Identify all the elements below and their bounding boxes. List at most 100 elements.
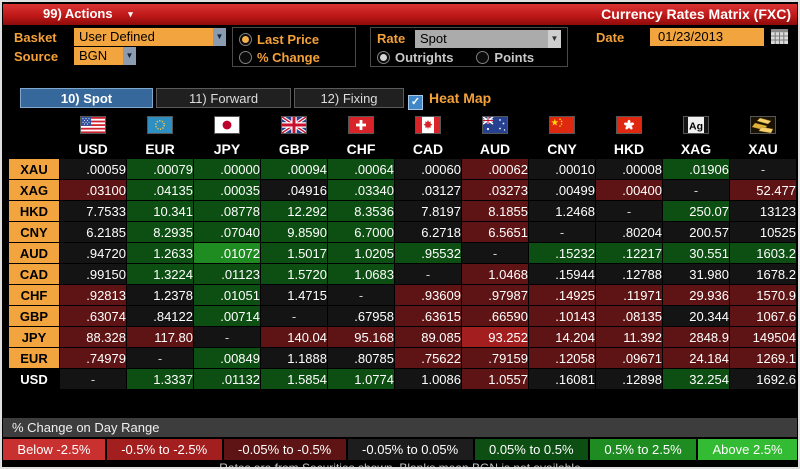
cell-CAD-HKD[interactable]: .12788 — [596, 264, 662, 284]
tab-forward[interactable]: 11) Forward — [156, 88, 291, 108]
cell-JPY-CAD[interactable]: 89.085 — [395, 327, 461, 347]
cell-EUR-XAU[interactable]: 1269.1 — [730, 348, 796, 368]
cell-CNY-CHF[interactable]: 6.7000 — [328, 222, 394, 242]
row-label-CHF[interactable]: CHF — [9, 285, 59, 305]
cell-GBP-CHF[interactable]: .67958 — [328, 306, 394, 326]
cell-JPY-XAG[interactable]: 2848.9 — [663, 327, 729, 347]
cell-CAD-XAG[interactable]: 31.980 — [663, 264, 729, 284]
rate-select[interactable]: Spot ▼ — [415, 30, 561, 48]
cell-AUD-EUR[interactable]: 1.2633 — [127, 243, 193, 263]
cell-CAD-EUR[interactable]: 1.3224 — [127, 264, 193, 284]
cell-XAU-EUR[interactable]: .00079 — [127, 159, 193, 179]
cell-CHF-CNY[interactable]: .14925 — [529, 285, 595, 305]
cell-JPY-CHF[interactable]: 95.168 — [328, 327, 394, 347]
cell-XAU-CAD[interactable]: .00060 — [395, 159, 461, 179]
cell-XAU-XAG[interactable]: .01906 — [663, 159, 729, 179]
cell-XAU-CHF[interactable]: .00064 — [328, 159, 394, 179]
cell-GBP-XAG[interactable]: 20.344 — [663, 306, 729, 326]
cell-CHF-CHF[interactable]: - — [328, 285, 394, 305]
actions-menu[interactable]: 99) Actions ▾ — [43, 6, 133, 21]
cell-JPY-GBP[interactable]: 140.04 — [261, 327, 327, 347]
cell-HKD-HKD[interactable]: - — [596, 201, 662, 221]
cell-CHF-CAD[interactable]: .93609 — [395, 285, 461, 305]
cell-HKD-XAU[interactable]: 13123 — [730, 201, 796, 221]
cell-EUR-USD[interactable]: .74979 — [60, 348, 126, 368]
cell-USD-GBP[interactable]: 1.5854 — [261, 369, 327, 389]
cell-XAU-CNY[interactable]: .00010 — [529, 159, 595, 179]
cell-XAU-HKD[interactable]: .00008 — [596, 159, 662, 179]
outrights-radio[interactable] — [377, 51, 390, 64]
cell-GBP-JPY[interactable]: .00714 — [194, 306, 260, 326]
cell-AUD-CHF[interactable]: 1.0205 — [328, 243, 394, 263]
cell-CAD-GBP[interactable]: 1.5720 — [261, 264, 327, 284]
cell-XAU-USD[interactable]: .00059 — [60, 159, 126, 179]
cell-CHF-HKD[interactable]: .11971 — [596, 285, 662, 305]
cell-CNY-XAG[interactable]: 200.57 — [663, 222, 729, 242]
row-label-CNY[interactable]: CNY — [9, 222, 59, 242]
row-label-JPY[interactable]: JPY — [9, 327, 59, 347]
cell-GBP-CAD[interactable]: .63615 — [395, 306, 461, 326]
cell-HKD-GBP[interactable]: 12.292 — [261, 201, 327, 221]
cell-JPY-USD[interactable]: 88.328 — [60, 327, 126, 347]
cell-CNY-GBP[interactable]: 9.8590 — [261, 222, 327, 242]
points-radio[interactable] — [476, 51, 490, 64]
cell-XAG-AUD[interactable]: .03273 — [462, 180, 528, 200]
cell-USD-AUD[interactable]: 1.0557 — [462, 369, 528, 389]
cell-HKD-CNY[interactable]: 1.2468 — [529, 201, 595, 221]
cell-AUD-GBP[interactable]: 1.5017 — [261, 243, 327, 263]
cell-EUR-AUD[interactable]: .79159 — [462, 348, 528, 368]
row-label-AUD[interactable]: AUD — [9, 243, 59, 263]
cell-EUR-XAG[interactable]: 24.184 — [663, 348, 729, 368]
chevron-down-icon[interactable]: ▼ — [548, 30, 561, 48]
cell-GBP-GBP[interactable]: - — [261, 306, 327, 326]
row-label-EUR[interactable]: EUR — [9, 348, 59, 368]
cell-XAG-EUR[interactable]: .04135 — [127, 180, 193, 200]
tab-fixing[interactable]: 12) Fixing — [294, 88, 404, 108]
cell-GBP-HKD[interactable]: .08135 — [596, 306, 662, 326]
cell-JPY-CNY[interactable]: 14.204 — [529, 327, 595, 347]
cell-USD-XAU[interactable]: 1692.6 — [730, 369, 796, 389]
cell-JPY-JPY[interactable]: - — [194, 327, 260, 347]
row-label-XAU[interactable]: XAU — [9, 159, 59, 179]
cell-HKD-JPY[interactable]: .08778 — [194, 201, 260, 221]
basket-select[interactable]: User Defined ▼ — [74, 28, 226, 46]
cell-AUD-CAD[interactable]: .95532 — [395, 243, 461, 263]
cell-USD-JPY[interactable]: .01132 — [194, 369, 260, 389]
cell-CHF-AUD[interactable]: .97987 — [462, 285, 528, 305]
heatmap-checkbox[interactable]: ✓ — [408, 95, 423, 110]
cell-CNY-XAU[interactable]: 10525 — [730, 222, 796, 242]
cell-XAG-XAU[interactable]: 52.477 — [730, 180, 796, 200]
cell-XAG-GBP[interactable]: .04916 — [261, 180, 327, 200]
cell-CNY-CAD[interactable]: 6.2718 — [395, 222, 461, 242]
cell-EUR-CHF[interactable]: .80785 — [328, 348, 394, 368]
cell-CNY-AUD[interactable]: 6.5651 — [462, 222, 528, 242]
cell-CHF-USD[interactable]: .92813 — [60, 285, 126, 305]
cell-CNY-JPY[interactable]: .07040 — [194, 222, 260, 242]
cell-CAD-CHF[interactable]: 1.0683 — [328, 264, 394, 284]
cell-CNY-EUR[interactable]: 8.2935 — [127, 222, 193, 242]
cell-AUD-CNY[interactable]: .15232 — [529, 243, 595, 263]
cell-AUD-HKD[interactable]: .12217 — [596, 243, 662, 263]
cell-CNY-CNY[interactable]: - — [529, 222, 595, 242]
tab-spot[interactable]: 10) Spot — [20, 88, 153, 108]
cell-CHF-EUR[interactable]: 1.2378 — [127, 285, 193, 305]
cell-GBP-XAU[interactable]: 1067.6 — [730, 306, 796, 326]
cell-HKD-XAG[interactable]: 250.07 — [663, 201, 729, 221]
cell-USD-CAD[interactable]: 1.0086 — [395, 369, 461, 389]
cell-CHF-GBP[interactable]: 1.4715 — [261, 285, 327, 305]
cell-USD-CNY[interactable]: .16081 — [529, 369, 595, 389]
row-label-GBP[interactable]: GBP — [9, 306, 59, 326]
cell-AUD-XAU[interactable]: 1603.2 — [730, 243, 796, 263]
cell-AUD-AUD[interactable]: - — [462, 243, 528, 263]
cell-GBP-EUR[interactable]: .84122 — [127, 306, 193, 326]
cell-CNY-USD[interactable]: 6.2185 — [60, 222, 126, 242]
cell-CHF-JPY[interactable]: .01051 — [194, 285, 260, 305]
cell-EUR-JPY[interactable]: .00849 — [194, 348, 260, 368]
cell-XAU-XAU[interactable]: - — [730, 159, 796, 179]
cell-CHF-XAG[interactable]: 29.936 — [663, 285, 729, 305]
cell-AUD-USD[interactable]: .94720 — [60, 243, 126, 263]
cell-CNY-HKD[interactable]: .80204 — [596, 222, 662, 242]
row-label-CAD[interactable]: CAD — [9, 264, 59, 284]
cell-XAG-CHF[interactable]: .03340 — [328, 180, 394, 200]
cell-XAG-CNY[interactable]: .00499 — [529, 180, 595, 200]
